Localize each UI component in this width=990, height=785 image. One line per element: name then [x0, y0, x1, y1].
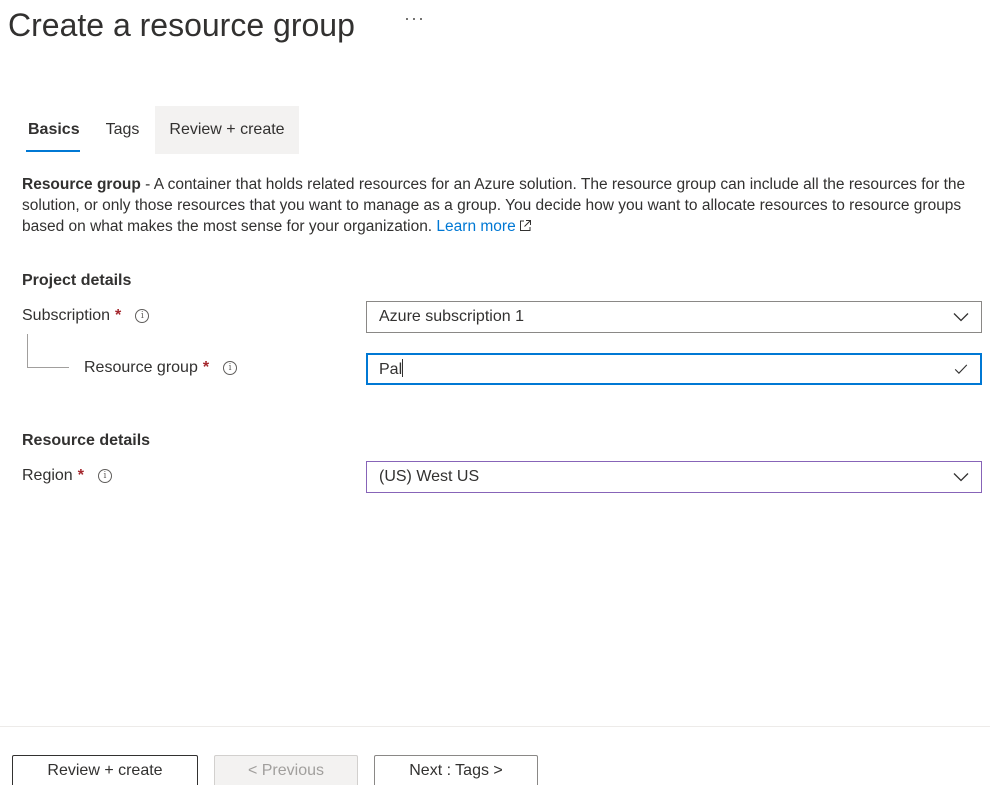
tab-review-create[interactable]: Review + create — [155, 106, 299, 154]
external-link-icon — [519, 220, 531, 231]
chevron-down-icon — [953, 313, 969, 322]
resource-details-heading: Resource details — [22, 432, 151, 449]
resource-group-description: Resource group - A container that holds … — [22, 174, 972, 237]
resource-group-label: Resource group * i — [84, 359, 238, 377]
tab-basics[interactable]: Basics — [20, 106, 88, 154]
footer-divider — [0, 726, 990, 727]
subscription-value: Azure subscription 1 — [379, 308, 524, 325]
tab-bar: Basics Tags Review + create — [20, 106, 299, 154]
region-value: (US) West US — [379, 468, 480, 485]
learn-more-link[interactable]: Learn more — [436, 218, 531, 235]
project-details-heading: Project details — [22, 272, 132, 289]
required-marker: * — [77, 467, 84, 484]
learn-more-label: Learn more — [436, 218, 516, 235]
region-label: Region * i — [22, 467, 112, 485]
region-label-text: Region — [22, 467, 73, 484]
info-icon[interactable]: i — [223, 361, 238, 375]
subscription-label: Subscription * i — [22, 307, 150, 325]
subscription-label-text: Subscription — [22, 307, 111, 324]
previous-button[interactable]: < Previous — [214, 755, 358, 785]
page-title: Create a resource group — [8, 7, 355, 43]
region-dropdown[interactable]: (US) West US — [366, 461, 982, 493]
tree-connector — [27, 334, 69, 368]
info-icon[interactable]: i — [135, 309, 150, 323]
required-marker: * — [202, 359, 210, 376]
review-create-button[interactable]: Review + create — [12, 755, 198, 785]
text-cursor — [402, 359, 404, 377]
create-resource-group-page: Create a resource group ··· Basics Tags … — [0, 0, 990, 785]
tab-tags[interactable]: Tags — [98, 106, 148, 154]
more-options-icon[interactable]: ··· — [404, 8, 425, 29]
required-marker: * — [115, 307, 122, 324]
resource-group-label-text: Resource group — [84, 359, 198, 376]
resource-group-input[interactable]: Pal — [366, 353, 982, 385]
description-bold: Resource group — [22, 176, 141, 193]
subscription-dropdown[interactable]: Azure subscription 1 — [366, 301, 982, 333]
resource-group-value: Pal — [379, 361, 403, 378]
checkmark-icon — [954, 364, 968, 374]
info-icon[interactable]: i — [97, 469, 112, 483]
chevron-down-icon — [953, 473, 969, 482]
next-tags-button[interactable]: Next : Tags > — [374, 755, 538, 785]
